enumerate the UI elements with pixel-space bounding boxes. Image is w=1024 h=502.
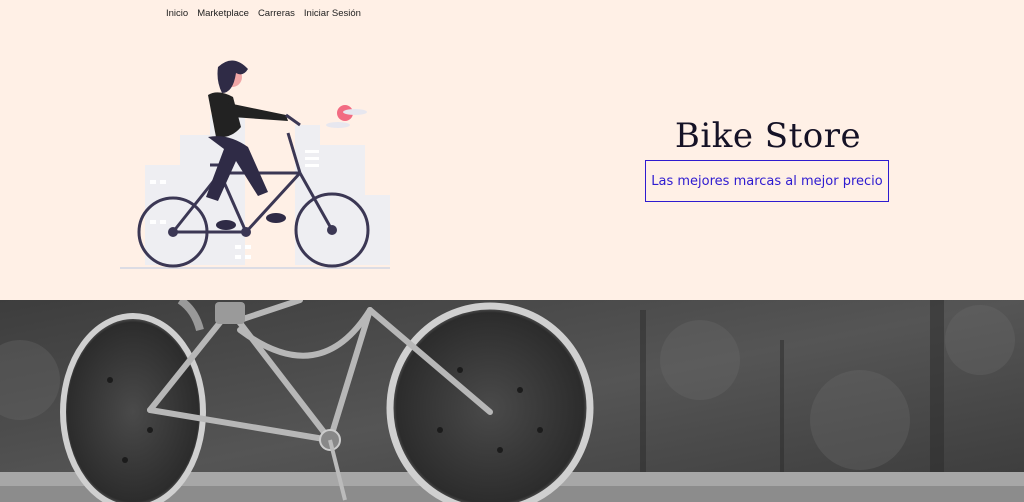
nav-link-marketplace[interactable]: Marketplace — [197, 8, 249, 19]
page-title: Bike Store — [674, 116, 862, 156]
vintage-bicycle-black-and-white-photo — [0, 300, 1024, 502]
tagline-text: Las mejores marcas al mejor precio — [651, 173, 883, 189]
tagline-box: Las mejores marcas al mejor precio — [645, 160, 889, 202]
woman-riding-bicycle-illustration — [120, 60, 390, 269]
brand-block: Bike Store — [645, 116, 891, 156]
top-nav: Inicio Marketplace Carreras Iniciar Sesi… — [166, 8, 361, 19]
nav-link-carreras[interactable]: Carreras — [258, 8, 295, 19]
hero-section: Inicio Marketplace Carreras Iniciar Sesi… — [0, 0, 1024, 300]
nav-link-iniciar-sesion[interactable]: Iniciar Sesión — [304, 8, 361, 19]
banner-photo-graphic — [0, 300, 1024, 502]
nav-link-inicio[interactable]: Inicio — [166, 8, 188, 19]
